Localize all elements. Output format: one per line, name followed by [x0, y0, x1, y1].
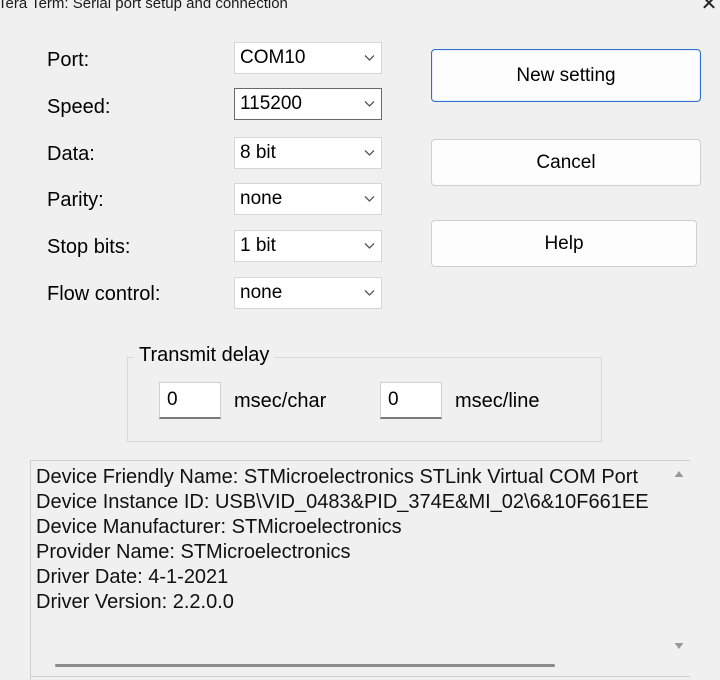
msec-per-line-label: msec/line: [455, 390, 540, 412]
device-info-textarea[interactable]: Device Friendly Name: STMicroelectronics…: [30, 460, 690, 680]
driver-date-line: Driver Date: 4-1-2021: [36, 566, 229, 588]
close-button[interactable]: ✕: [698, 0, 720, 16]
horizontal-scrollbar[interactable]: [33, 655, 668, 677]
device-instance-id-line: Device Instance ID: USB\VID_0483&PID_374…: [36, 491, 649, 513]
provider-name-line: Provider Name: STMicroelectronics: [36, 541, 351, 563]
speed-value: 115200: [240, 93, 302, 114]
stop-bits-value: 1 bit: [240, 235, 276, 256]
data-select[interactable]: 8 bit: [234, 137, 382, 169]
chevron-down-icon: [364, 196, 375, 202]
chevron-down-icon: [364, 290, 375, 296]
chevron-down-icon: [364, 150, 375, 156]
port-select[interactable]: COM10: [234, 42, 382, 74]
stop-bits-select[interactable]: 1 bit: [234, 230, 382, 262]
help-button[interactable]: Help: [431, 220, 697, 267]
chevron-down-icon: [364, 55, 375, 61]
textarea-bottom-border: [30, 676, 690, 677]
msec-per-line-input[interactable]: 0: [380, 382, 442, 419]
flow-control-value: none: [240, 282, 283, 303]
device-info-lines: Device Friendly Name: STMicroelectronics…: [36, 465, 672, 615]
chevron-down-icon: [364, 101, 375, 107]
parity-value: none: [240, 188, 283, 209]
scroll-down-arrow-icon[interactable]: [674, 642, 684, 650]
msec-per-line-value: 0: [388, 389, 399, 410]
speed-label: Speed:: [47, 96, 111, 118]
msec-per-char-input[interactable]: 0: [159, 382, 221, 419]
flow-control-label: Flow control:: [47, 283, 161, 305]
port-label: Port:: [47, 49, 90, 71]
data-label: Data:: [47, 143, 95, 165]
title-bar: Tera Term: Serial port setup and connect…: [0, 0, 720, 18]
stop-bits-label: Stop bits:: [47, 236, 131, 258]
new-setting-button[interactable]: New setting: [431, 49, 701, 102]
scroll-up-arrow-icon[interactable]: [674, 470, 684, 478]
window-title: Tera Term: Serial port setup and connect…: [0, 0, 288, 12]
transmit-delay-title: Transmit delay: [134, 344, 275, 367]
horizontal-scroll-thumb[interactable]: [55, 664, 555, 667]
parity-label: Parity:: [47, 189, 104, 211]
vertical-scrollbar[interactable]: [668, 460, 690, 656]
msec-per-char-label: msec/char: [234, 390, 327, 412]
chevron-down-icon: [364, 243, 375, 249]
flow-control-select[interactable]: none: [234, 277, 382, 309]
device-manufacturer-line: Device Manufacturer: STMicroelectronics: [36, 516, 402, 538]
driver-version-line: Driver Version: 2.2.0.0: [36, 591, 234, 613]
speed-select[interactable]: 115200: [234, 88, 382, 120]
parity-select[interactable]: none: [234, 183, 382, 215]
data-value: 8 bit: [240, 142, 276, 163]
port-value: COM10: [240, 47, 306, 68]
msec-per-char-value: 0: [167, 389, 178, 410]
device-friendly-name-line: Device Friendly Name: STMicroelectronics…: [36, 466, 639, 488]
cancel-button[interactable]: Cancel: [431, 139, 701, 186]
